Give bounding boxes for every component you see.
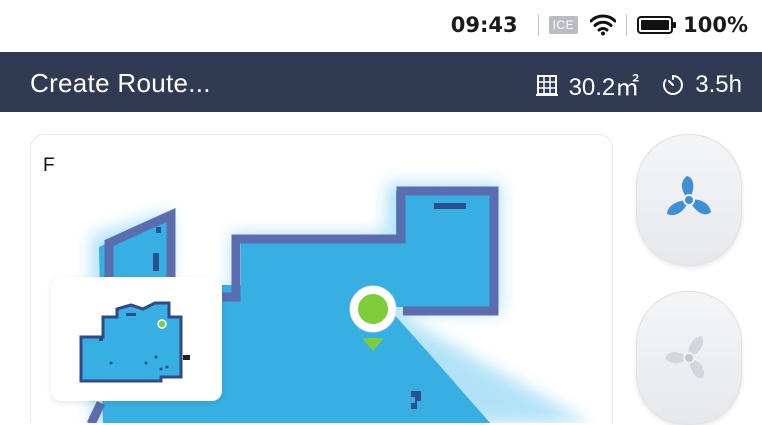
mini-map[interactable]: [51, 277, 222, 401]
header-bar: Create Route... 30.2㎡ 3.5h: [0, 52, 762, 112]
timer-icon: [663, 74, 684, 95]
duration-stat: 3.5h: [661, 71, 742, 99]
battery-level: 100%: [683, 13, 748, 37]
sim-badge: ICE: [548, 16, 579, 34]
obstacle-mark: [434, 203, 466, 209]
status-divider: [626, 14, 628, 36]
fan-icon: [665, 336, 705, 379]
obstacle-mark: [153, 253, 159, 271]
fan-mode-button-inactive[interactable]: [636, 291, 742, 425]
wifi-icon: [590, 14, 617, 36]
status-time: 09:43: [450, 13, 518, 37]
status-bar: 09:43 ICE 100%: [0, 0, 762, 50]
area-stat: 30.2㎡: [535, 67, 640, 102]
duration-value: 3.5h: [695, 70, 742, 98]
header-stats: 30.2㎡ 3.5h: [535, 67, 742, 102]
fan-icon: [667, 176, 711, 216]
fan-mode-button-active[interactable]: [636, 134, 742, 266]
area-value: 30.2㎡: [568, 74, 640, 101]
obstacle-mark: [156, 227, 161, 233]
map-card[interactable]: F: [30, 134, 613, 423]
mini-map-graphic: [79, 301, 190, 383]
area-icon: [535, 74, 558, 96]
battery-icon: [637, 16, 677, 34]
floor-label: F: [43, 155, 55, 176]
status-divider: [537, 14, 539, 36]
page-title: Create Route...: [30, 68, 211, 98]
